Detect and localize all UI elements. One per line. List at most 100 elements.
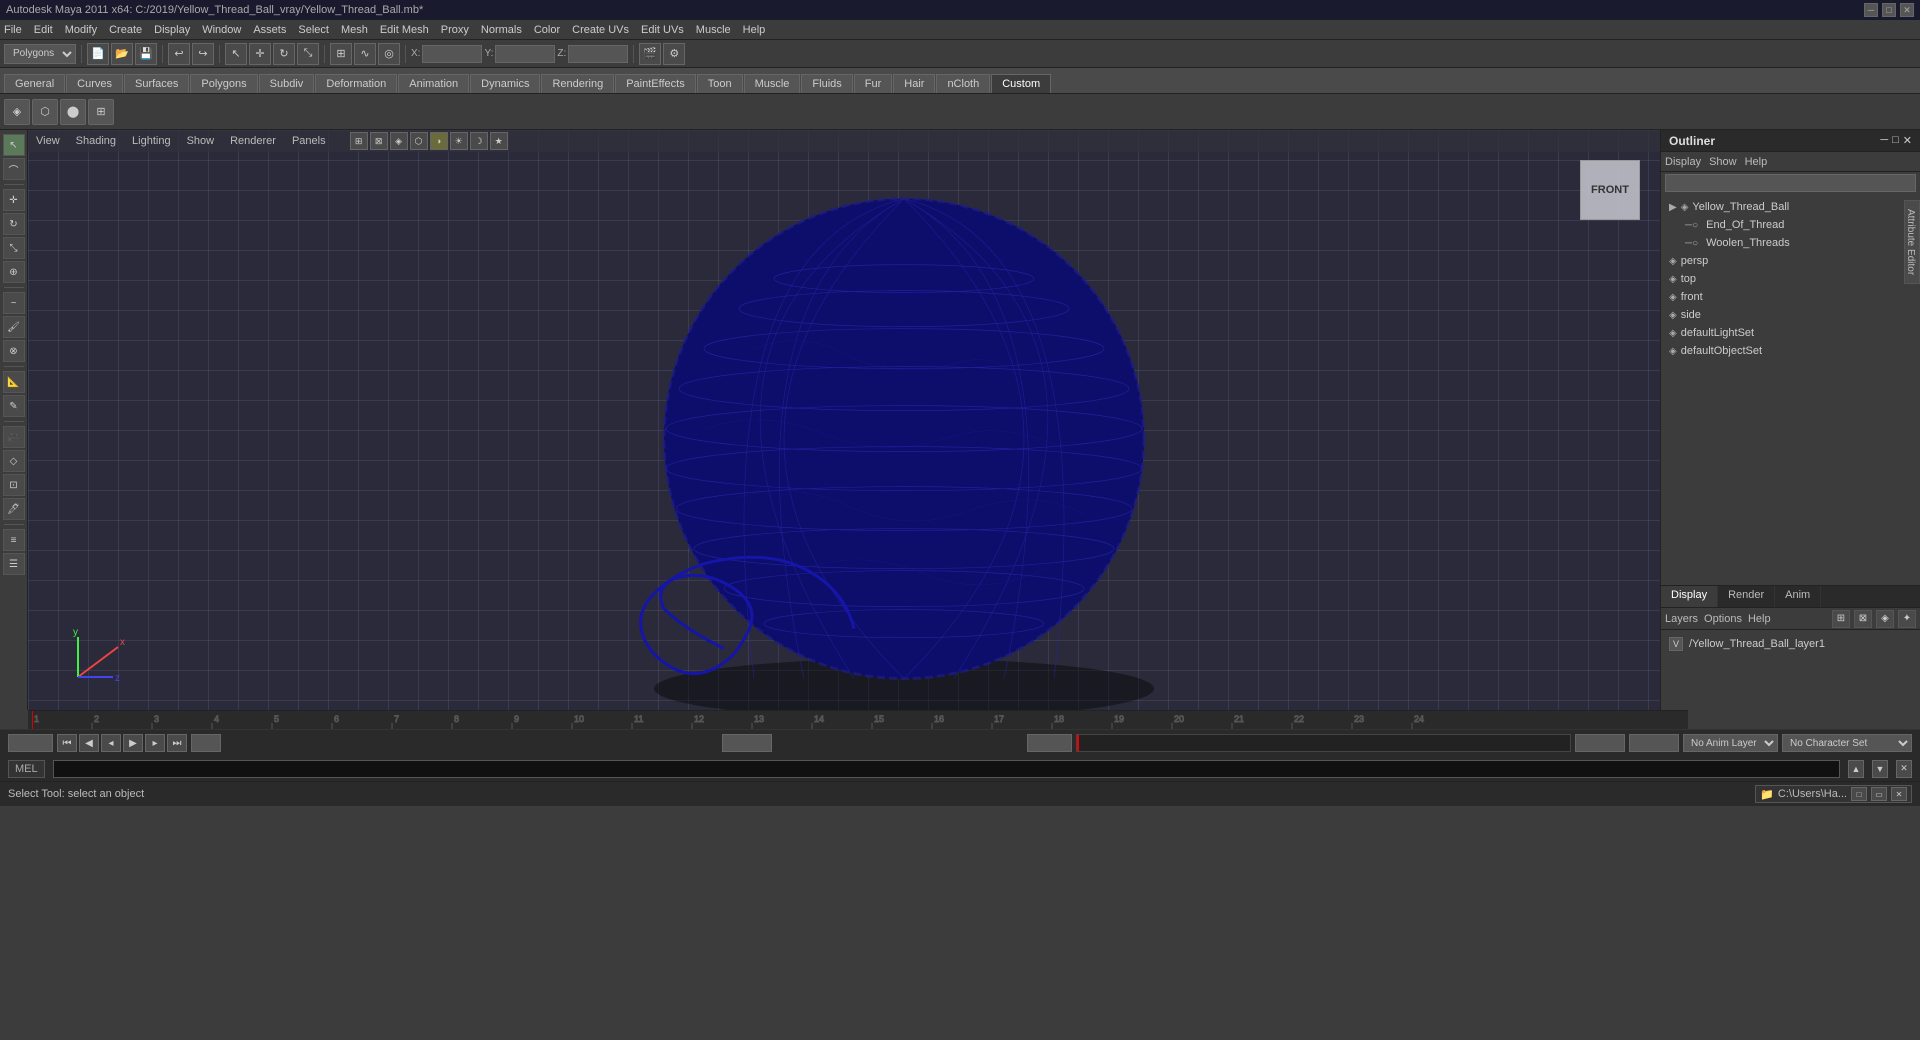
play-forward-btn[interactable]: ▶ — [123, 734, 143, 752]
menu-select[interactable]: Select — [298, 24, 329, 36]
y-coord-input[interactable] — [495, 45, 555, 63]
new-button[interactable]: 📄 — [87, 43, 109, 65]
scale-tool-btn[interactable]: ⤡ — [3, 237, 25, 259]
move-tool-btn[interactable]: ✛ — [3, 189, 25, 211]
tab-ncloth[interactable]: nCloth — [936, 74, 990, 93]
step-forward-btn[interactable]: ▸ — [145, 734, 165, 752]
vp-icon-1[interactable]: ⊞ — [350, 132, 368, 150]
menu-muscle[interactable]: Muscle — [696, 24, 731, 36]
show-manip-btn[interactable]: ⊗ — [3, 340, 25, 362]
select-tool[interactable]: ↖ — [225, 43, 247, 65]
layer-icon-2[interactable]: ⊠ — [1854, 610, 1872, 628]
menu-edit[interactable]: Edit — [34, 24, 53, 36]
step-back-btn[interactable]: ◀ — [79, 734, 99, 752]
bot-tab-display[interactable]: Display — [1661, 586, 1718, 607]
uv-editor-btn[interactable]: ⊡ — [3, 474, 25, 496]
vp-icon-2[interactable]: ⊠ — [370, 132, 388, 150]
mode-select[interactable]: Polygons — [4, 44, 76, 64]
layer-visibility-toggle[interactable]: V — [1669, 637, 1683, 651]
vp-icon-8[interactable]: ★ — [490, 132, 508, 150]
path-btn-1[interactable]: □ — [1851, 787, 1867, 801]
menu-create-uvs[interactable]: Create UVs — [572, 24, 629, 36]
render-button[interactable]: 🎬 — [639, 43, 661, 65]
menu-proxy[interactable]: Proxy — [441, 24, 469, 36]
menu-window[interactable]: Window — [202, 24, 241, 36]
tab-fur[interactable]: Fur — [854, 74, 893, 93]
viewport[interactable]: View Shading Lighting Show Renderer Pane… — [28, 130, 1660, 710]
snap-curve[interactable]: ∿ — [354, 43, 376, 65]
tab-rendering[interactable]: Rendering — [541, 74, 614, 93]
tab-fluids[interactable]: Fluids — [801, 74, 852, 93]
tree-item-yellow-thread-ball[interactable]: ▶ ◈ Yellow_Thread_Ball — [1661, 198, 1920, 216]
menu-assets[interactable]: Assets — [253, 24, 286, 36]
menu-edit-uvs[interactable]: Edit UVs — [641, 24, 684, 36]
viewport-menu-shading[interactable]: Shading — [76, 135, 116, 147]
extended-end-input[interactable]: 48.00 — [1629, 734, 1679, 752]
bot-tab-render[interactable]: Render — [1718, 586, 1775, 607]
attribute-editor-btn[interactable]: ☰ — [3, 553, 25, 575]
tree-item-front[interactable]: ◈ front — [1661, 288, 1920, 306]
options-menu[interactable]: Options — [1704, 613, 1742, 625]
tab-muscle[interactable]: Muscle — [744, 74, 801, 93]
tree-item-default-light-set[interactable]: ◈ defaultLightSet — [1661, 324, 1920, 342]
tab-toon[interactable]: Toon — [697, 74, 743, 93]
shelf-icon-4[interactable]: ⊞ — [88, 99, 114, 125]
vp-icon-5[interactable]: ◑ — [430, 132, 448, 150]
hypershade-btn[interactable]: ◇ — [3, 450, 25, 472]
cube-face-front[interactable]: FRONT — [1580, 160, 1640, 220]
tab-deformation[interactable]: Deformation — [315, 74, 397, 93]
sculpt-btn[interactable]: 🖌 — [3, 316, 25, 338]
cmd-scroll-down[interactable]: ▼ — [1872, 760, 1888, 778]
outliner-search-input[interactable] — [1665, 174, 1916, 192]
snap-grid[interactable]: ⊞ — [330, 43, 352, 65]
maximize-button[interactable]: □ — [1882, 3, 1896, 17]
tree-item-top[interactable]: ◈ top — [1661, 270, 1920, 288]
tree-item-persp[interactable]: ◈ persp — [1661, 252, 1920, 270]
rotate-tool[interactable]: ↻ — [273, 43, 295, 65]
menu-modify[interactable]: Modify — [65, 24, 97, 36]
character-set-select[interactable]: No Character Set — [1782, 734, 1912, 752]
range-end-input[interactable]: 24.00 — [1575, 734, 1625, 752]
move-tool[interactable]: ✛ — [249, 43, 271, 65]
soft-mod-btn[interactable]: ~ — [3, 292, 25, 314]
tab-general[interactable]: General — [4, 74, 65, 93]
path-btn-3[interactable]: ✕ — [1891, 787, 1907, 801]
go-to-end-btn[interactable]: ⏭ — [167, 734, 187, 752]
layer-icon-1[interactable]: ⊞ — [1832, 610, 1850, 628]
start-frame-input[interactable]: 1.00 — [8, 734, 53, 752]
layers-menu[interactable]: Layers — [1665, 613, 1698, 625]
vp-icon-7[interactable]: ☽ — [470, 132, 488, 150]
select-tool-btn[interactable]: ↖ — [3, 134, 25, 156]
undo-button[interactable]: ↩ — [168, 43, 190, 65]
vp-icon-4[interactable]: ⬡ — [410, 132, 428, 150]
render-view-btn[interactable]: 🎥 — [3, 426, 25, 448]
universal-tool-btn[interactable]: ⊕ — [3, 261, 25, 283]
viewport-menu-renderer[interactable]: Renderer — [230, 135, 276, 147]
path-btn-2[interactable]: ▭ — [1871, 787, 1887, 801]
layer-icon-4[interactable]: ✦ — [1898, 610, 1916, 628]
component-editor-btn[interactable]: ≡ — [3, 529, 25, 551]
z-coord-input[interactable] — [568, 45, 628, 63]
bot-tab-anim[interactable]: Anim — [1775, 586, 1821, 607]
open-button[interactable]: 📂 — [111, 43, 133, 65]
cmd-scroll-up[interactable]: ▲ — [1848, 760, 1864, 778]
command-input[interactable] — [53, 760, 1840, 778]
range-start-input[interactable]: 1.00 — [1027, 734, 1072, 752]
end-frame-input[interactable]: 24 — [191, 734, 221, 752]
menu-create[interactable]: Create — [109, 24, 142, 36]
outliner-show-menu[interactable]: Show — [1709, 156, 1737, 168]
play-back-btn[interactable]: ◂ — [101, 734, 121, 752]
anim-layer-select[interactable]: No Anim Layer — [1683, 734, 1778, 752]
minimize-button[interactable]: ─ — [1864, 3, 1878, 17]
shelf-icon-3[interactable]: ⬤ — [60, 99, 86, 125]
shelf-icon-2[interactable]: ⬡ — [32, 99, 58, 125]
scale-tool[interactable]: ⤡ — [297, 43, 319, 65]
tab-dynamics[interactable]: Dynamics — [470, 74, 540, 93]
menu-edit-mesh[interactable]: Edit Mesh — [380, 24, 429, 36]
menu-help[interactable]: Help — [743, 24, 766, 36]
viewport-menu-show[interactable]: Show — [187, 135, 215, 147]
outliner-minimize[interactable]: ─ — [1880, 134, 1888, 147]
tab-painteffects[interactable]: PaintEffects — [615, 74, 696, 93]
render-settings[interactable]: ⚙ — [663, 43, 685, 65]
outliner-close[interactable]: ✕ — [1903, 134, 1912, 147]
